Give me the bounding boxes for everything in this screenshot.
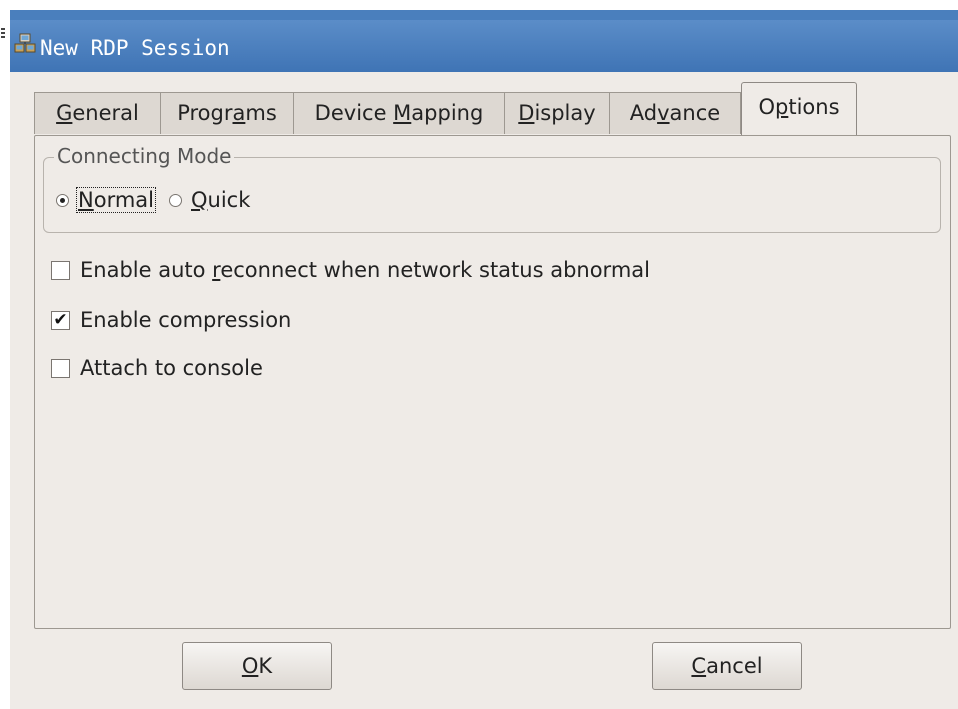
tab-options[interactable]: Options xyxy=(741,82,857,136)
auto-reconnect-option[interactable]: Enable auto reconnect when network statu… xyxy=(51,258,650,282)
compression-checkbox[interactable]: ✔ xyxy=(51,309,70,330)
attach-console-option[interactable]: Attach to console xyxy=(51,356,263,380)
tab-advance[interactable]: Advance xyxy=(609,92,741,134)
auto-reconnect-label[interactable]: Enable auto reconnect when network statu… xyxy=(80,258,650,282)
window-title: New RDP Session xyxy=(40,36,230,60)
compression-option[interactable]: ✔ Enable compression xyxy=(51,308,291,332)
tab-device-mapping[interactable]: Device Mapping xyxy=(293,92,505,134)
attach-console-label[interactable]: Attach to console xyxy=(80,356,263,380)
ok-button[interactable]: OK xyxy=(182,642,332,690)
auto-reconnect-checkbox[interactable] xyxy=(51,260,70,280)
rdp-session-dialog: New RDP Session General Programs Device … xyxy=(10,0,958,709)
cancel-button[interactable]: Cancel xyxy=(652,642,802,690)
checkmark-icon: ✔ xyxy=(53,309,68,330)
tab-display[interactable]: Display xyxy=(504,92,610,134)
options-panel: Connecting Mode Normal Quick Enable auto… xyxy=(34,135,951,629)
handle-grip-icon xyxy=(1,28,5,38)
connecting-mode-title: Connecting Mode xyxy=(54,144,235,168)
attach-console-checkbox[interactable] xyxy=(51,358,70,378)
tab-programs[interactable]: Programs xyxy=(160,92,294,134)
quick-radio-label[interactable]: Quick xyxy=(190,188,251,212)
normal-radio[interactable] xyxy=(56,193,69,207)
title-bar[interactable]: New RDP Session xyxy=(10,0,958,72)
network-computers-icon xyxy=(14,33,36,53)
quick-radio[interactable] xyxy=(169,193,182,207)
connecting-mode-group: Connecting Mode Normal Quick xyxy=(43,144,941,233)
normal-radio-label[interactable]: Normal xyxy=(76,187,156,213)
tab-general[interactable]: General xyxy=(34,92,161,134)
compression-label[interactable]: Enable compression xyxy=(80,308,291,332)
